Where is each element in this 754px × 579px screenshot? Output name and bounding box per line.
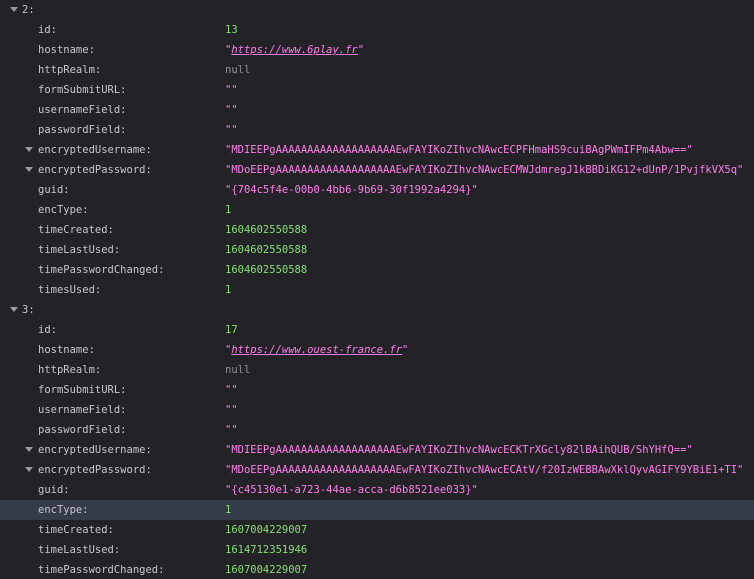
property-value: 1	[225, 204, 232, 216]
property-value: 1604602550588	[225, 224, 308, 236]
property-row[interactable]: encryptedUsername: "MDIEEPgAAAAAAAAAAAAAA…	[0, 140, 754, 160]
property-key: httpRealm:	[38, 364, 102, 376]
property-key: guid:	[38, 184, 70, 196]
property-row[interactable]: encryptedPassword: "MDoEEPgAAAAAAAAAAAAAA…	[0, 160, 754, 180]
property-value: 1607004229007	[225, 564, 308, 576]
property-row[interactable]: id: 17	[0, 320, 754, 340]
property-key: timeLastUsed:	[38, 544, 121, 556]
property-key: timeLastUsed:	[38, 244, 121, 256]
property-row[interactable]: hostname: "https://www.6play.fr"	[0, 40, 754, 60]
chevron-down-icon[interactable]	[25, 167, 33, 172]
property-value: ""	[225, 384, 238, 396]
property-value: 1	[225, 284, 232, 296]
hostname-link[interactable]: https://www.ouest-france.fr	[231, 344, 402, 356]
property-row[interactable]: timeLastUsed: 1614712351946	[0, 540, 754, 560]
property-key: timeCreated:	[38, 524, 114, 536]
property-key: id:	[38, 24, 57, 36]
property-key: timePasswordChanged:	[38, 564, 165, 576]
property-row[interactable]: httpRealm: null	[0, 360, 754, 380]
property-row[interactable]: guid: "{704c5f4e-00b0-4bb6-9b69-30f1992a4…	[0, 180, 754, 200]
entry-header[interactable]: 2:	[0, 0, 754, 20]
chevron-down-icon[interactable]	[10, 7, 18, 12]
property-value: "https://www.ouest-france.fr"	[225, 340, 408, 360]
property-key: encType:	[38, 204, 89, 216]
property-value: "MDIEEPgAAAAAAAAAAAAAAAAAAAEwFAYIKoZIhvc…	[225, 144, 693, 156]
property-value: ""	[225, 424, 238, 436]
entry-index-label: 2:	[22, 4, 35, 16]
chevron-down-icon[interactable]	[25, 467, 33, 472]
property-value: null	[225, 364, 251, 376]
property-row[interactable]: formSubmitURL: ""	[0, 380, 754, 400]
property-key: timesUsed:	[38, 284, 102, 296]
property-key: usernameField:	[38, 104, 127, 116]
property-key: hostname:	[38, 344, 95, 356]
property-row[interactable]: formSubmitURL: ""	[0, 80, 754, 100]
property-value: "MDIEEPgAAAAAAAAAAAAAAAAAAAEwFAYIKoZIhvc…	[225, 444, 693, 456]
property-value: null	[225, 64, 251, 76]
property-key: formSubmitURL:	[38, 384, 127, 396]
property-value: 17	[225, 324, 238, 336]
property-row[interactable]: encType: 1	[0, 200, 754, 220]
property-value: 1	[225, 504, 232, 516]
property-value: 1614712351946	[225, 544, 308, 556]
chevron-down-icon[interactable]	[25, 147, 33, 152]
json-viewer: 2: id: 13 hostname: "https://www.6play.fr" ht…	[0, 0, 754, 579]
property-key: encType:	[38, 504, 89, 516]
property-value: ""	[225, 404, 238, 416]
property-key: encryptedUsername:	[38, 144, 152, 156]
quote-mark: "	[402, 344, 409, 356]
property-key: passwordField:	[38, 424, 127, 436]
property-row[interactable]: encryptedUsername: "MDIEEPgAAAAAAAAAAAAAA…	[0, 440, 754, 460]
property-value: "{c45130e1-a723-44ae-acca-d6b8521ee033}"	[225, 484, 478, 496]
property-row[interactable]: timePasswordChanged: 1604602550588	[0, 260, 754, 280]
chevron-down-icon[interactable]	[10, 307, 18, 312]
property-value: ""	[225, 124, 238, 136]
property-row[interactable]: timeLastUsed: 1604602550588	[0, 240, 754, 260]
property-key: hostname:	[38, 44, 95, 56]
property-row[interactable]: timeCreated: 1604602550588	[0, 220, 754, 240]
property-value: ""	[225, 84, 238, 96]
property-key: httpRealm:	[38, 64, 102, 76]
property-key: id:	[38, 324, 57, 336]
property-value: ""	[225, 104, 238, 116]
property-value: "MDoEEPgAAAAAAAAAAAAAAAAAAAEwFAYIKoZIhvc…	[225, 164, 744, 176]
property-value: "https://www.6play.fr"	[225, 40, 364, 60]
property-row[interactable]: passwordField: ""	[0, 420, 754, 440]
property-row[interactable]: passwordField: ""	[0, 120, 754, 140]
property-key: timeCreated:	[38, 224, 114, 236]
property-key: encryptedPassword:	[38, 164, 152, 176]
property-row[interactable]: httpRealm: null	[0, 60, 754, 80]
property-key: encryptedUsername:	[38, 444, 152, 456]
property-value: 1607004229007	[225, 524, 308, 536]
property-key: encryptedPassword:	[38, 464, 152, 476]
property-key: guid:	[38, 484, 70, 496]
property-row[interactable]: encType: 1	[0, 500, 754, 520]
property-key: passwordField:	[38, 124, 127, 136]
entry-header[interactable]: 3:	[0, 300, 754, 320]
chevron-down-icon[interactable]	[25, 447, 33, 452]
property-row[interactable]: timesUsed: 1	[0, 280, 754, 300]
property-value: "MDoEEPgAAAAAAAAAAAAAAAAAAAEwFAYIKoZIhvc…	[225, 464, 744, 476]
property-row[interactable]: timePasswordChanged: 1607004229007	[0, 560, 754, 579]
property-row[interactable]: guid: "{c45130e1-a723-44ae-acca-d6b8521ee…	[0, 480, 754, 500]
property-key: usernameField:	[38, 404, 127, 416]
property-value: "{704c5f4e-00b0-4bb6-9b69-30f1992a4294}"	[225, 184, 478, 196]
property-key: formSubmitURL:	[38, 84, 127, 96]
property-value: 13	[225, 24, 238, 36]
entry-index-label: 3:	[22, 304, 35, 316]
property-row[interactable]: id: 13	[0, 20, 754, 40]
property-value: 1604602550588	[225, 264, 308, 276]
property-key: timePasswordChanged:	[38, 264, 165, 276]
property-row[interactable]: usernameField: ""	[0, 100, 754, 120]
property-row[interactable]: hostname: "https://www.ouest-france.fr"	[0, 340, 754, 360]
property-row[interactable]: timeCreated: 1607004229007	[0, 520, 754, 540]
quote-mark: "	[357, 44, 365, 56]
property-value: 1604602550588	[225, 244, 308, 256]
property-row[interactable]: usernameField: ""	[0, 400, 754, 420]
hostname-link[interactable]: https://www.6play.fr	[231, 44, 357, 56]
property-row[interactable]: encryptedPassword: "MDoEEPgAAAAAAAAAAAAAA…	[0, 460, 754, 480]
